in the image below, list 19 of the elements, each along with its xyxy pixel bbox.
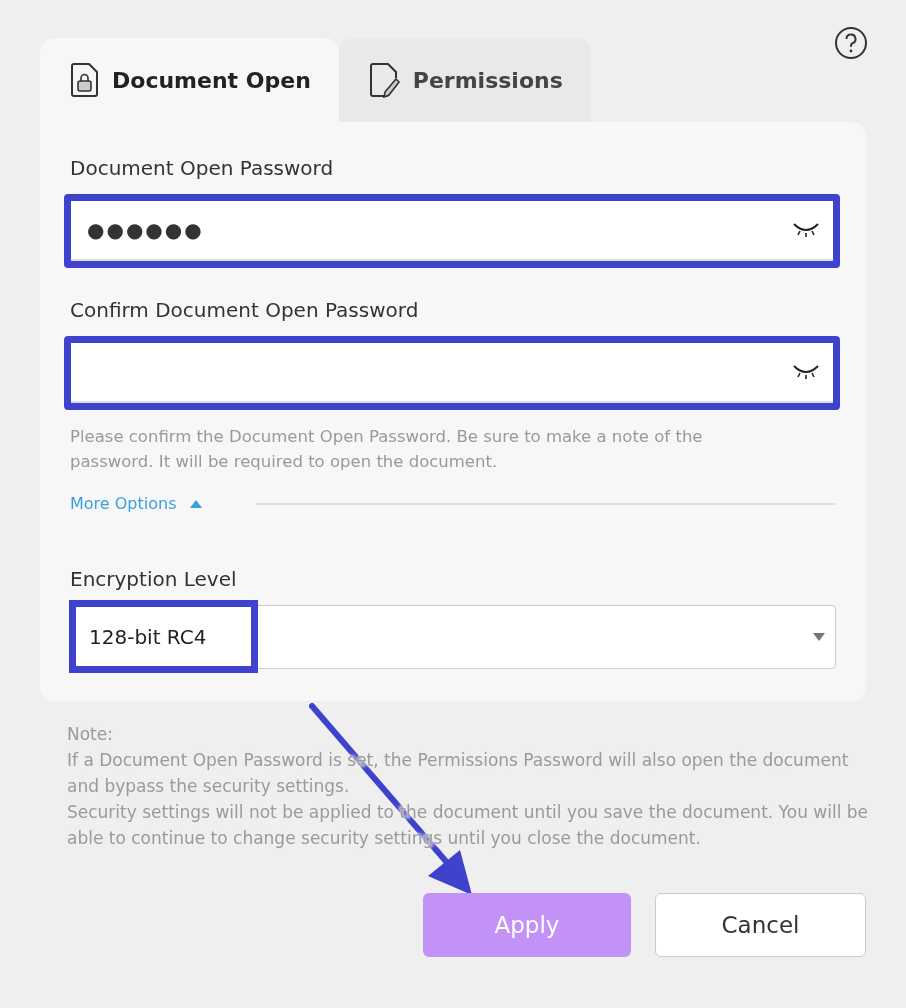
locked-document-icon [70,62,100,98]
hint-text: Please confirm the Document Open Password. Be sure to make a note of the password. It will be required to open the document. [70,426,704,473]
tab[interactable]: Document Open [40,38,339,122]
up-triangle-icon[interactable] [190,499,203,508]
field-label: Document Open Password [70,156,335,180]
cancel-button[interactable]: Cancel [655,893,866,957]
tab[interactable]: Permissions [338,38,591,122]
dropdown-caret-icon [813,633,825,641]
note-title: Note: [67,723,114,746]
field-label: Confirm Document Open Password [70,298,420,322]
password-field[interactable] [71,343,833,403]
document-pen-icon [368,62,401,98]
help-icon[interactable] [834,26,868,60]
field-label: Encryption Level [70,567,238,591]
closed-eye-icon[interactable] [791,363,821,381]
closed-eye-icon[interactable] [791,221,821,239]
masked-password: ●●●●●● [87,218,205,242]
password-field[interactable]: ●●●●●● [71,201,833,261]
selected-value: 128-bit RC4 [89,625,208,649]
